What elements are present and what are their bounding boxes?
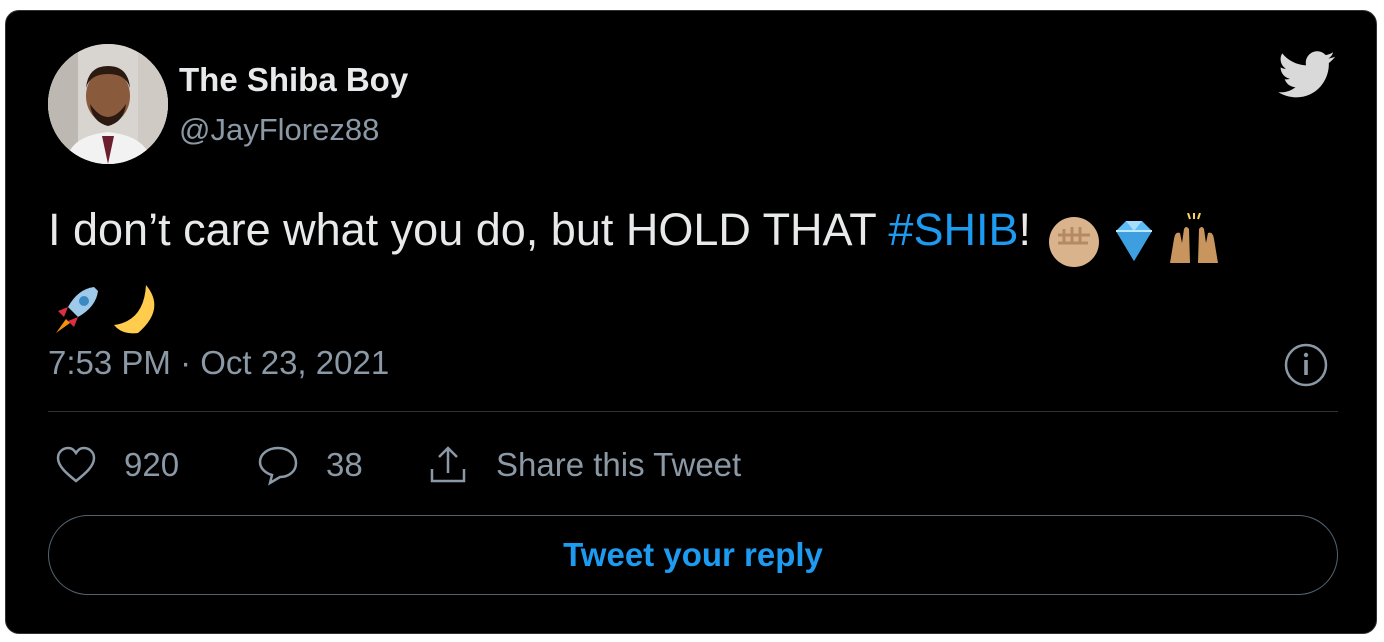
tweet-your-reply-button[interactable]: Tweet your reply	[48, 515, 1338, 595]
share-icon	[430, 446, 466, 483]
heart-icon	[56, 446, 96, 483]
gem-emoji	[1104, 213, 1164, 269]
raising-hands-emoji	[1164, 213, 1224, 269]
tweet-card: The Shiba Boy @JayFlorez88 I don’t care …	[5, 10, 1377, 634]
tweet-timestamp[interactable]: 7:53 PM · Oct 23, 2021	[48, 344, 389, 382]
raised-fist-emoji	[1044, 213, 1104, 269]
like-button[interactable]: 920	[54, 443, 179, 487]
reply-bubble-icon	[258, 446, 298, 486]
rocket-emoji	[48, 281, 108, 337]
twitter-bird-icon[interactable]	[1278, 51, 1336, 99]
tweet-text-punct: !	[1018, 204, 1044, 255]
author-handle[interactable]: @JayFlorez88	[179, 112, 379, 148]
divider	[48, 411, 1338, 412]
avatar[interactable]	[48, 44, 168, 164]
reply-count: 38	[326, 446, 363, 483]
author-name[interactable]: The Shiba Boy	[179, 61, 408, 99]
share-button[interactable]: Share this Tweet	[426, 443, 741, 487]
crescent-moon-emoji	[108, 281, 168, 337]
tweet-text-body: I don’t care what you do, but HOLD THAT	[48, 204, 889, 255]
reply-button[interactable]: 38	[256, 443, 363, 487]
tweet-text: I don’t care what you do, but HOLD THAT …	[48, 201, 1348, 337]
emoji-group	[1044, 209, 1224, 269]
info-icon[interactable]	[1283, 342, 1329, 388]
emoji-group-2	[48, 277, 168, 337]
hashtag-link[interactable]: #SHIB	[888, 204, 1018, 255]
share-label: Share this Tweet	[496, 446, 742, 483]
like-count: 920	[124, 446, 180, 483]
